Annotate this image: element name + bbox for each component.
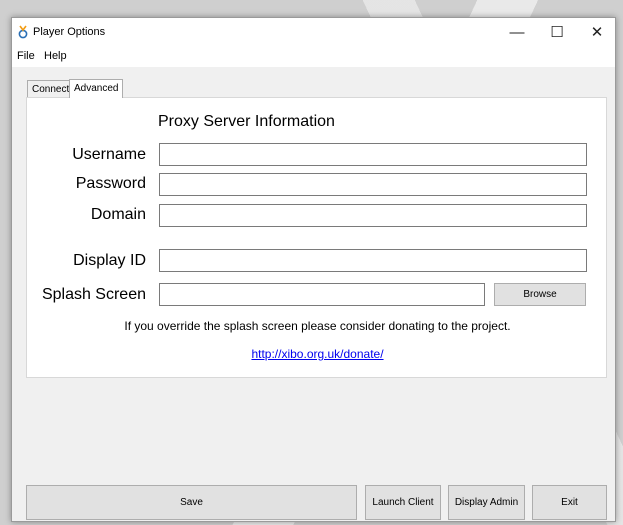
save-button[interactable]: Save [26,485,357,520]
display-id-label: Display ID [73,252,146,269]
donation-note: If you override the splash screen please… [124,319,511,333]
domain-label: Domain [90,206,146,223]
menu-file[interactable]: File [17,50,35,62]
display-id-input[interactable] [159,249,587,272]
maximize-icon[interactable]: ☐ [539,18,575,47]
browse-button[interactable]: Browse [494,283,586,306]
exit-button[interactable]: Exit [532,485,607,520]
xibo-app-icon [18,25,28,39]
menu-bar: File Help [12,47,615,67]
launch-client-button[interactable]: Launch Client [365,485,441,520]
player-options-window: Player Options — ☐ ✕ File Help Connect A… [11,17,616,522]
username-input[interactable] [159,143,587,166]
splash-screen-input[interactable] [159,283,485,306]
tab-connect[interactable]: Connect [27,80,75,97]
minimize-icon[interactable]: — [499,18,535,47]
splash-screen-label: Splash Screen [41,286,146,303]
close-icon[interactable]: ✕ [579,18,615,47]
advanced-tab-panel: Proxy Server Information Username Passwo… [26,97,607,378]
username-label: Username [72,146,146,163]
section-title: Proxy Server Information [158,113,335,130]
tab-advanced[interactable]: Advanced [69,79,124,98]
password-label: Password [75,175,146,192]
window-title: Player Options [33,26,106,38]
donate-link[interactable]: http://xibo.org.uk/donate/ [27,347,608,361]
domain-input[interactable] [159,204,587,227]
password-input[interactable] [159,173,587,196]
display-admin-button[interactable]: Display Admin [448,485,525,520]
title-bar[interactable]: Player Options — ☐ ✕ [12,18,615,47]
menu-help[interactable]: Help [44,50,67,62]
